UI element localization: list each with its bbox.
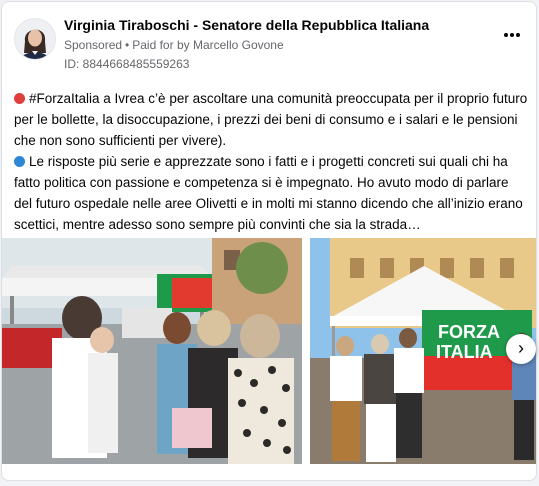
blue-circle-icon — [14, 156, 25, 167]
avatar[interactable] — [14, 18, 56, 60]
image-carousel[interactable]: FORZA ITALIA — [2, 238, 536, 466]
sponsored-line: Sponsored • Paid for by Marcello Govone — [64, 38, 284, 52]
paragraph-1-text: #ForzaItalia a Ivrea c’è per ascoltare u… — [14, 91, 528, 148]
red-circle-icon — [14, 93, 25, 104]
paid-for-label: Paid for by Marcello Govone — [132, 38, 284, 52]
more-horizontal-icon — [504, 33, 520, 37]
sponsored-label: Sponsored — [64, 38, 123, 52]
post-paragraph-2: Le risposte più serie e apprezzate sono … — [14, 151, 528, 235]
page-name[interactable]: Virginia Tiraboschi - Senatore della Rep… — [64, 17, 429, 33]
banner-text-italia: ITALIA — [436, 342, 493, 362]
post-header: Virginia Tiraboschi - Senatore della Rep… — [14, 14, 524, 71]
post-paragraph-1: #ForzaItalia a Ivrea c’è per ascoltare u… — [14, 88, 528, 151]
carousel-next-button[interactable]: › — [506, 334, 536, 364]
separator: • — [125, 38, 130, 52]
paragraph-2-text: Le risposte più serie e apprezzate sono … — [14, 154, 523, 232]
chevron-right-icon: › — [518, 338, 524, 358]
carousel-photo-2[interactable]: FORZA ITALIA — [310, 238, 536, 464]
more-options-button[interactable] — [500, 24, 524, 48]
banner-text-forza: FORZA — [438, 322, 500, 342]
ad-id: ID: 8844668485559263 — [64, 57, 190, 71]
post-text: #ForzaItalia a Ivrea c’è per ascoltare u… — [14, 88, 528, 235]
sponsored-post-card: Virginia Tiraboschi - Senatore della Rep… — [1, 1, 537, 481]
carousel-photo-1[interactable] — [2, 238, 302, 464]
